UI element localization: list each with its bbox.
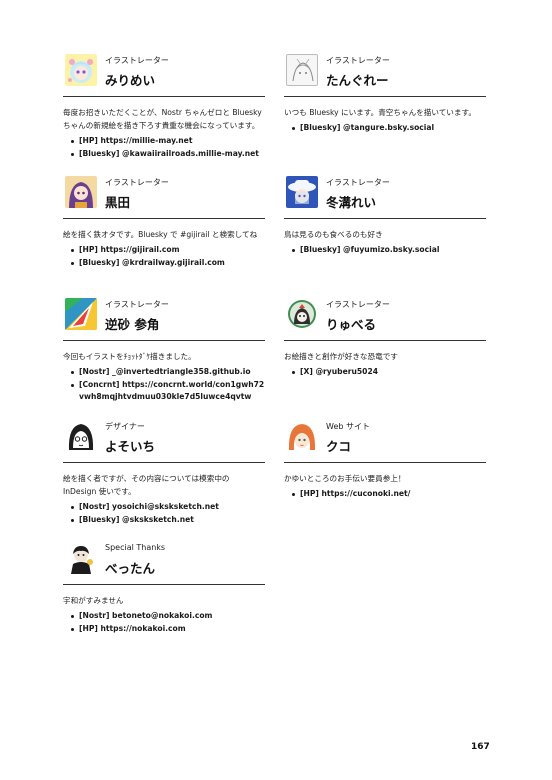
rainbow-triangle-avatar-icon bbox=[65, 298, 97, 330]
card-name: 逆砂 参角 bbox=[105, 317, 160, 332]
card-header: デザイナー よそいち bbox=[63, 418, 265, 463]
card-header: イラストレーター 逆砂 参角 bbox=[63, 296, 265, 341]
purple-hair-avatar-icon bbox=[65, 176, 97, 208]
credit-card-tangure: イラストレーター たんぐれー いつも Bluesky にいます。青空ちゃんを描い… bbox=[284, 52, 486, 135]
anime-girl-avatar-icon bbox=[65, 54, 97, 86]
card-name: べったん bbox=[105, 561, 156, 576]
credit-card-fuyumizo: イラストレーター 冬溝れい 鳥は見るのも食べるのも好き [Bluesky] @f… bbox=[284, 174, 486, 257]
card-header: Web サイト クコ bbox=[284, 418, 486, 463]
manga-face-avatar-icon bbox=[65, 420, 97, 452]
card-link[interactable]: [Bluesky] @kawaiirailroads.millie-may.ne… bbox=[63, 148, 265, 161]
card-role: Web サイト bbox=[326, 422, 370, 431]
pencil-sketch-avatar-icon bbox=[286, 54, 318, 86]
card-links: [HP] https://gijirail.com [Bluesky] @krd… bbox=[63, 244, 265, 269]
card-link[interactable]: [Bluesky] @tangure.bsky.social bbox=[284, 122, 486, 135]
dinosaur-avatar-icon bbox=[286, 298, 318, 330]
card-role: Special Thanks bbox=[105, 543, 166, 552]
card-name: たんぐれー bbox=[326, 73, 389, 88]
credit-card-yosoichi: デザイナー よそいち 絵を描く者ですが、その内容については模索中の InDesi… bbox=[63, 418, 265, 526]
card-description: いつも Bluesky にいます。青空ちゃんを描いています。 bbox=[284, 108, 476, 117]
credit-card-sakasuna: イラストレーター 逆砂 参角 今回もイラストをﾁｮｯﾄﾀﾞｹ描きました。 [No… bbox=[63, 296, 265, 404]
card-link[interactable]: [HP] https://cuconoki.net/ bbox=[284, 488, 486, 501]
card-links: [HP] https://cuconoki.net/ bbox=[284, 488, 486, 501]
card-links: [Bluesky] @fuyumizo.bsky.social bbox=[284, 244, 486, 257]
credit-card-kuko: Web サイト クコ かゆいところのお手伝い要員参上！ [HP] https:/… bbox=[284, 418, 486, 501]
card-links: [Bluesky] @tangure.bsky.social bbox=[284, 122, 486, 135]
card-description: 絵を描く者ですが、その内容については模索中の InDesign 使いです。 bbox=[63, 474, 230, 496]
card-link[interactable]: [Nostr] _@invertedtriangle358.github.io bbox=[63, 366, 265, 379]
card-description: かゆいところのお手伝い要員参上！ bbox=[284, 474, 406, 483]
card-role: イラストレーター bbox=[105, 300, 169, 309]
card-name: 冬溝れい bbox=[326, 195, 377, 210]
card-name: 黒田 bbox=[105, 195, 131, 210]
card-links: [Nostr] yosoichi@sksksketch.net [Bluesky… bbox=[63, 501, 265, 526]
card-links: [Nostr] betoneto@nokakoi.com [HP] https:… bbox=[63, 610, 265, 635]
card-name: よそいち bbox=[105, 439, 156, 454]
card-link[interactable]: [Bluesky] @fuyumizo.bsky.social bbox=[284, 244, 486, 257]
card-header: イラストレーター 黒田 bbox=[63, 174, 265, 219]
card-links: [Nostr] _@invertedtriangle358.github.io … bbox=[63, 366, 265, 404]
card-role: イラストレーター bbox=[326, 56, 390, 65]
card-link[interactable]: [HP] https://nokakoi.com bbox=[63, 623, 265, 636]
card-role: イラストレーター bbox=[105, 178, 169, 187]
card-header: Special Thanks べったん bbox=[63, 540, 265, 585]
card-header: イラストレーター 冬溝れい bbox=[284, 174, 486, 219]
card-description: お絵描きと創作が好きな恐竜です bbox=[284, 352, 398, 361]
card-name: みりめい bbox=[105, 73, 156, 88]
credit-card-ryuberu: イラストレーター りゅべる お絵描きと創作が好きな恐竜です [X] @ryube… bbox=[284, 296, 486, 379]
card-description: 毎度お招きいただくことが、Nostr ちゃんゼロと Bluesky ちゃんの新規… bbox=[63, 108, 262, 130]
card-links: [HP] https://millie-may.net [Bluesky] @k… bbox=[63, 135, 265, 160]
white-hat-avatar-icon bbox=[286, 176, 318, 208]
card-description: 絵を描く鉄オタです。Bluesky で #gijirail と検索してね bbox=[63, 230, 258, 239]
card-description: 今回もイラストをﾁｮｯﾄﾀﾞｹ描きました。 bbox=[63, 352, 196, 361]
suited-character-avatar-icon bbox=[65, 542, 97, 574]
card-role: イラストレーター bbox=[105, 56, 169, 65]
card-link[interactable]: [Bluesky] @krdrailway.gijirail.com bbox=[63, 257, 265, 270]
card-link[interactable]: [Nostr] yosoichi@sksksketch.net bbox=[63, 501, 265, 514]
card-link[interactable]: [Concrnt] https://concrnt.world/con1gwh7… bbox=[63, 379, 265, 404]
card-link[interactable]: [HP] https://gijirail.com bbox=[63, 244, 265, 257]
card-role: イラストレーター bbox=[326, 300, 390, 309]
card-link[interactable]: [Nostr] betoneto@nokakoi.com bbox=[63, 610, 265, 623]
card-header: イラストレーター りゅべる bbox=[284, 296, 486, 341]
card-name: クコ bbox=[326, 439, 352, 454]
card-description: 鳥は見るのも食べるのも好き bbox=[284, 230, 383, 239]
card-link[interactable]: [HP] https://millie-may.net bbox=[63, 135, 265, 148]
card-header: イラストレーター みりめい bbox=[63, 52, 265, 97]
page-number: 167 bbox=[471, 742, 490, 752]
card-links: [X] @ryuberu5024 bbox=[284, 366, 486, 379]
orange-hair-avatar-icon bbox=[286, 420, 318, 452]
card-link[interactable]: [X] @ryuberu5024 bbox=[284, 366, 486, 379]
credit-card-bettan: Special Thanks べったん 宇和がすみません [Nostr] bet… bbox=[63, 540, 265, 635]
card-role: デザイナー bbox=[105, 422, 145, 431]
card-name: りゅべる bbox=[326, 317, 377, 332]
credit-card-kuroda: イラストレーター 黒田 絵を描く鉄オタです。Bluesky で #gijirai… bbox=[63, 174, 265, 269]
card-description: 宇和がすみません bbox=[63, 596, 124, 605]
credit-card-mirimei: イラストレーター みりめい 毎度お招きいただくことが、Nostr ちゃんゼロと … bbox=[63, 52, 265, 160]
card-role: イラストレーター bbox=[326, 178, 390, 187]
card-link[interactable]: [Bluesky] @sksksketch.net bbox=[63, 514, 265, 527]
card-header: イラストレーター たんぐれー bbox=[284, 52, 486, 97]
